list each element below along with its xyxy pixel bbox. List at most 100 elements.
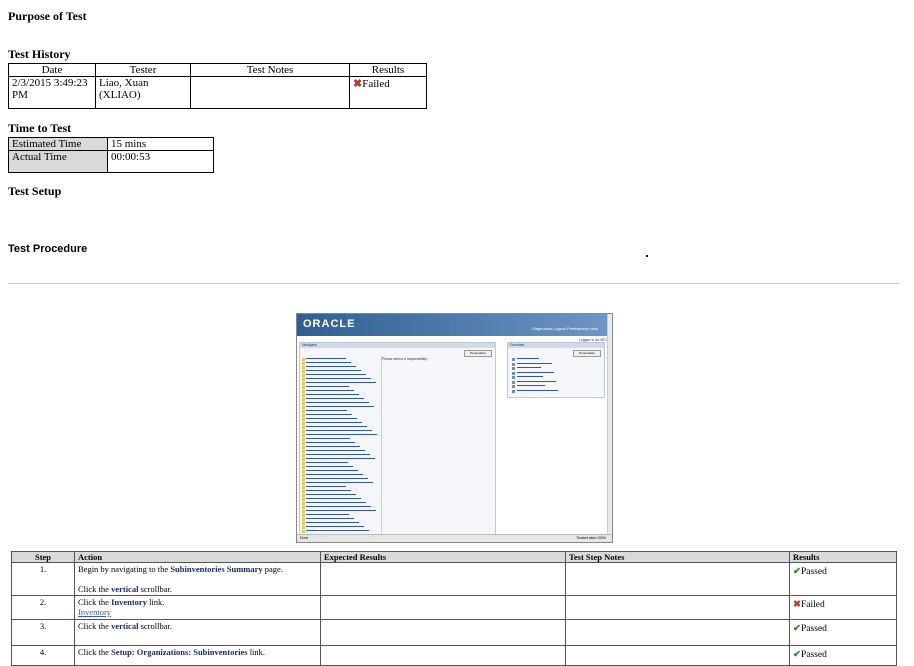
step-result: ✔Passed: [789, 619, 897, 646]
responsibility-entry: [302, 362, 380, 365]
result-label: Failed: [800, 600, 825, 610]
stray-dot: [646, 255, 648, 257]
navigator-divider: [381, 356, 382, 534]
col-step: Step: [11, 551, 75, 563]
step-notes: [565, 562, 790, 596]
responsibility-entry: [302, 386, 380, 389]
responsibility-entry: [302, 486, 380, 489]
responsibility-entry: [302, 374, 380, 377]
responsibility-entry: [302, 490, 380, 493]
screenshot-scrollbar: [607, 314, 612, 535]
responsibility-entry: [302, 358, 380, 361]
step-action: Click the vertical scrollbar.: [74, 619, 321, 646]
responsibility-entry: [302, 514, 380, 517]
step-action: Begin by navigating to the Subinventorie…: [74, 562, 321, 596]
responsibility-entry: [302, 518, 380, 521]
responsibility-entry: [302, 458, 380, 461]
action-text: Begin by navigating to the: [78, 564, 171, 574]
step-expected: [320, 619, 566, 646]
col-expected: Expected Results: [320, 551, 566, 563]
select-responsibility-text: Please select a responsibility.: [382, 357, 428, 361]
oracle-banner: ORACLE Diagnostics Logout Preferences He…: [297, 314, 612, 336]
step-action: Click the Setup: Organizations: Subinven…: [74, 645, 321, 666]
navigator-title: Navigator: [300, 343, 495, 348]
test-setup-heading: Test Setup: [8, 184, 62, 198]
action-text: link.: [247, 647, 266, 657]
action-text: link.: [146, 597, 165, 607]
responsibility-entry: [302, 454, 380, 457]
estimated-time-label: Estimated Time: [8, 137, 108, 151]
result-label: Passed: [800, 624, 827, 634]
actual-time-value: 00:00:53: [107, 150, 214, 173]
col-step-notes: Test Step Notes: [565, 551, 790, 563]
time-to-test-table: Estimated Time 15 mins Actual Time 00:00…: [8, 137, 214, 173]
step-notes: [565, 645, 790, 666]
favorite-entry: [512, 380, 572, 384]
action-target: Subinventories Summary: [170, 564, 263, 574]
responsibility-entry: [302, 510, 380, 513]
purpose-heading: Purpose of Test: [8, 9, 87, 23]
responsibility-entry: [302, 446, 380, 449]
responsibility-entry: [302, 394, 380, 397]
responsibility-entry: [302, 410, 380, 413]
action-text: Click the: [78, 584, 112, 594]
step-expected: [320, 562, 566, 596]
responsibility-entry: [302, 442, 380, 445]
col-step-results: Results: [789, 551, 897, 563]
failed-icon: ✖: [353, 78, 363, 90]
responsibility-entry: [302, 530, 380, 533]
action-text: Click the: [78, 647, 112, 657]
favorite-entry: [512, 385, 572, 388]
responsibility-entry: [302, 470, 380, 473]
responsibility-entry: [302, 522, 380, 525]
actual-time-label: Actual Time: [8, 150, 108, 173]
action-target: Setup: Organizations: Subinventories: [111, 647, 248, 657]
favorite-entry: [512, 389, 572, 393]
step-number: 2.: [11, 595, 75, 620]
responsibility-entry: [302, 482, 380, 485]
action-text: scrollbar.: [138, 621, 172, 631]
history-result: ✖Failed: [349, 76, 427, 109]
table-row: 1. Begin by navigating to the Subinvento…: [11, 562, 897, 596]
responsibility-entry: [302, 498, 380, 501]
responsibility-entry: [302, 390, 380, 393]
step-number: 1.: [11, 562, 75, 596]
history-date: 2/3/2015 3:49:23 PM: [8, 76, 96, 109]
test-procedure-heading: Test Procedure: [8, 243, 88, 255]
action-text: Click the: [78, 597, 112, 607]
favorites-title: Favorites: [508, 343, 604, 348]
responsibility-entry: [302, 494, 380, 497]
responsibility-entry: [302, 430, 380, 433]
responsibility-entry: [302, 478, 380, 481]
col-results: Results: [349, 63, 427, 77]
responsibility-entry: [302, 406, 380, 409]
favorite-entry: [512, 358, 572, 361]
browser-status-bar: Done Trusted sites 100%: [297, 534, 612, 542]
responsibility-entry: [302, 450, 380, 453]
test-history-heading: Test History: [8, 47, 71, 61]
history-result-label: Failed: [362, 78, 390, 90]
failed-icon: ✖: [793, 600, 801, 610]
responsibility-entry: [302, 502, 380, 505]
col-date: Date: [8, 63, 96, 77]
passed-icon: ✔: [793, 650, 801, 660]
action-text: Click the: [78, 621, 112, 631]
responsibility-entry: [302, 402, 380, 405]
responsibility-entry: [302, 418, 380, 421]
step-action: Click the Inventory link. Inventory: [74, 595, 321, 620]
favorites-panel: Favorites Personalize: [507, 342, 605, 398]
favorites-personalize-button: Personalize: [573, 350, 601, 357]
history-tester: Liao, Xuan (XLIAO): [95, 76, 191, 109]
result-label: Passed: [800, 650, 827, 660]
status-zone: Trusted sites 100%: [576, 536, 606, 540]
test-history-table: Date Tester Test Notes Results 2/3/2015 …: [8, 63, 427, 109]
responsibility-entry: [302, 474, 380, 477]
responsibility-entry: [302, 414, 380, 417]
step-expected: [320, 645, 566, 666]
inventory-link[interactable]: Inventory: [78, 607, 111, 617]
step-number: 4.: [11, 645, 75, 666]
passed-icon: ✔: [793, 624, 801, 634]
col-action: Action: [74, 551, 321, 563]
favorites-list: [512, 357, 572, 394]
responsibility-entry: [302, 378, 380, 381]
